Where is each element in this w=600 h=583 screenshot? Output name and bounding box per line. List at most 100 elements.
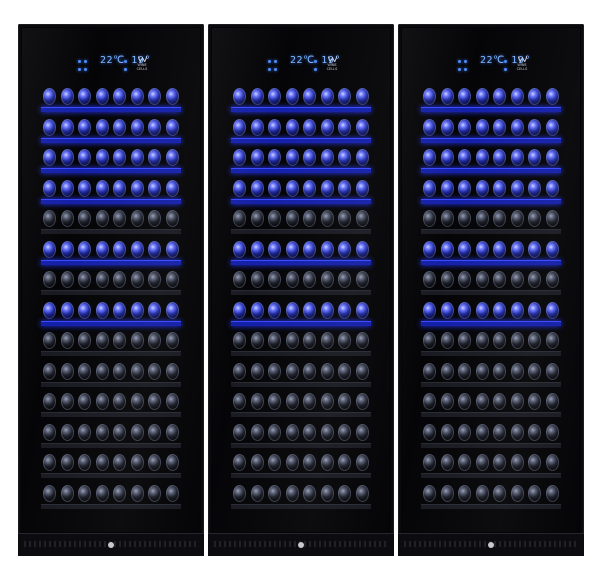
lock-icon[interactable] xyxy=(488,542,494,548)
wine-bottle xyxy=(493,454,507,471)
wine-bottle xyxy=(423,179,436,197)
wine-bottle xyxy=(545,332,559,349)
wine-bottle xyxy=(78,210,92,227)
wine-bottle xyxy=(233,362,246,380)
shelf-row xyxy=(421,330,561,356)
wine-bottle xyxy=(440,393,454,410)
shelf-front xyxy=(41,412,181,417)
shelf-row xyxy=(41,269,181,295)
wine-bottle xyxy=(338,149,352,166)
wine-bottle xyxy=(285,484,299,502)
touch-button-indicator[interactable] xyxy=(464,60,467,63)
wine-bottle xyxy=(60,240,74,258)
wine-bottle xyxy=(440,301,454,319)
touch-button-indicator[interactable] xyxy=(274,68,277,71)
wine-bottle xyxy=(113,423,127,441)
wine-bottle xyxy=(95,271,109,288)
touch-button-indicator[interactable] xyxy=(78,60,81,63)
wine-bottle xyxy=(458,301,472,319)
shelf-row xyxy=(231,330,371,356)
wine-bottle xyxy=(148,179,162,197)
wine-bottle xyxy=(475,362,489,380)
wine-bottle xyxy=(43,362,56,380)
wine-bottle xyxy=(130,484,144,502)
touch-button-indicator[interactable] xyxy=(84,60,87,63)
wine-bottle xyxy=(148,301,162,319)
shelf-row xyxy=(421,361,561,387)
touch-button-indicator[interactable] xyxy=(78,68,81,71)
touch-button-indicator[interactable] xyxy=(504,68,507,71)
wine-bottle xyxy=(320,393,334,410)
wine-bottle xyxy=(528,88,542,105)
shelf-front xyxy=(421,381,561,387)
shelf-front xyxy=(231,229,371,234)
wine-bottle xyxy=(338,271,352,288)
wine-bottle xyxy=(233,88,246,105)
wine-bottle xyxy=(78,484,92,502)
touch-button-indicator[interactable] xyxy=(84,68,87,71)
wine-bottle xyxy=(545,362,559,380)
wine-bottle xyxy=(320,210,334,227)
touch-button-indicator[interactable] xyxy=(458,60,461,63)
touch-button-indicator[interactable] xyxy=(124,68,127,71)
wine-bottle xyxy=(233,454,246,471)
shelf-front xyxy=(421,259,561,265)
wine-bottle xyxy=(43,88,56,105)
wine-cooler-scene: 22℃ 19° WINE CELLS 22℃ 19° WINE CELLS 22℃ 19… xyxy=(18,24,584,556)
wine-bottle xyxy=(95,210,109,227)
wine-bottle xyxy=(475,454,489,471)
wine-bottle xyxy=(440,454,454,471)
wine-bottle xyxy=(493,179,507,197)
wine-bottle xyxy=(320,423,334,441)
wine-bottle xyxy=(545,423,559,441)
shelf-front xyxy=(41,351,181,356)
touch-button-indicator[interactable] xyxy=(314,68,317,71)
lock-icon[interactable] xyxy=(298,542,304,548)
brand-logo-icon xyxy=(327,56,337,62)
wine-bottle xyxy=(458,423,472,441)
wine-bottle xyxy=(148,118,162,136)
wine-bottle xyxy=(320,301,334,319)
shelf-front xyxy=(41,320,181,326)
wine-bottle xyxy=(303,454,317,471)
wine-bottle xyxy=(528,240,542,258)
wine-bottle xyxy=(545,88,559,105)
brand-text: WINE CELLS xyxy=(326,63,338,71)
wine-bottle xyxy=(233,301,246,319)
shelf-front xyxy=(421,442,561,448)
wine-bottle xyxy=(458,210,472,227)
control-display[interactable]: 22℃ 19° WINE CELLS xyxy=(266,54,346,74)
brand-text: WINE CELLS xyxy=(516,63,528,71)
shelf-row xyxy=(41,422,181,448)
wine-bottle xyxy=(250,393,264,410)
shelf-front xyxy=(231,107,371,112)
shelf-row xyxy=(421,300,561,326)
wine-bottle xyxy=(338,210,352,227)
control-display[interactable]: 22℃ 19° WINE CELLS xyxy=(456,54,536,74)
wine-bottle xyxy=(165,362,179,380)
wine-bottle xyxy=(303,393,317,410)
brand-text: WINE CELLS xyxy=(136,63,148,71)
touch-button-indicator[interactable] xyxy=(464,68,467,71)
kick-plate xyxy=(208,533,394,556)
wine-bottle xyxy=(545,271,559,288)
wine-bottle xyxy=(423,149,436,166)
wine-bottle xyxy=(458,88,472,105)
control-display[interactable]: 22℃ 19° WINE CELLS xyxy=(76,54,156,74)
wine-bottle xyxy=(475,88,489,105)
lock-icon[interactable] xyxy=(108,542,114,548)
wine-bottle xyxy=(113,484,127,502)
wine-bottle xyxy=(148,332,162,349)
touch-button-indicator[interactable] xyxy=(268,60,271,63)
wine-bottle xyxy=(165,210,179,227)
touch-button-indicator[interactable] xyxy=(458,68,461,71)
touch-button-indicator[interactable] xyxy=(274,60,277,63)
wine-bottle xyxy=(78,118,92,136)
wine-bottle xyxy=(60,393,74,410)
wine-bottle xyxy=(423,362,436,380)
shelf-row xyxy=(421,178,561,204)
wine-bottle xyxy=(320,332,334,349)
touch-button-indicator[interactable] xyxy=(268,68,271,71)
wine-bottle xyxy=(130,240,144,258)
wine-bottle xyxy=(510,118,524,136)
